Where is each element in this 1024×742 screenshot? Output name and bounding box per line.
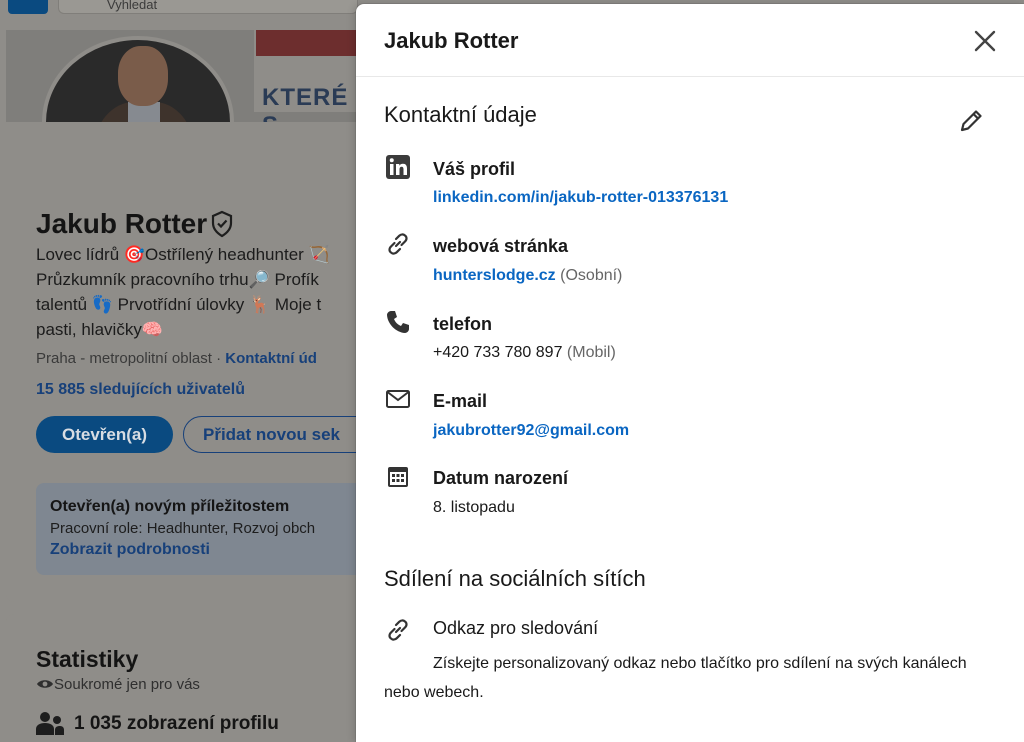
cover-image: KTERÉ S xyxy=(6,30,366,122)
follow-link-label[interactable]: Odkaz pro sledování xyxy=(433,618,598,639)
email-value: jakubrotter92@gmail.com xyxy=(433,422,629,440)
modal-title: Jakub Rotter xyxy=(384,28,519,53)
link-icon xyxy=(388,233,408,255)
search-placeholder: Vyhledat xyxy=(107,0,158,12)
open-to-work-title: Otevřen(a) novým příležitostem xyxy=(50,498,290,515)
contact-info-modal: Jakub Rotter Kontaktní údaje Váš profil … xyxy=(356,4,1024,742)
envelope-icon xyxy=(386,390,410,408)
phone-icon xyxy=(387,311,409,333)
phone-type: (Mobil) xyxy=(566,344,616,361)
close-icon[interactable] xyxy=(970,26,1000,56)
show-details-link[interactable]: Zobrazit podrobnosti xyxy=(50,541,210,559)
website-link[interactable]: hunterslodge.cz xyxy=(433,267,556,284)
stats-private-text: Soukromé jen pro vás xyxy=(54,676,200,693)
location-text: Praha - metropolitní oblast · xyxy=(36,350,226,367)
search-input[interactable]: Vyhledat xyxy=(58,0,358,14)
eye-icon xyxy=(37,680,53,688)
avatar-head xyxy=(118,46,168,106)
website-value: hunterslodge.cz (Osobní) xyxy=(433,267,622,285)
profile-views-link[interactable]: 1 035 zobrazení profilu xyxy=(74,713,279,735)
open-to-button[interactable]: Otevřen(a) xyxy=(36,416,173,453)
birthday-value: 8. listopadu xyxy=(433,499,515,516)
phone-value: +420 733 780 897 (Mobil) xyxy=(433,344,616,362)
email-label: E-mail xyxy=(433,391,488,411)
website-type: (Osobní) xyxy=(560,267,623,284)
follow-link-description: Získejte personalizovaný odkaz nebo tlač… xyxy=(384,655,967,701)
contact-section-title: Kontaktní údaje xyxy=(384,102,537,127)
phone-number[interactable]: +420 733 780 897 xyxy=(433,344,562,361)
profile-label: Váš profil xyxy=(433,159,516,179)
avatar[interactable] xyxy=(42,36,234,122)
verified-shield-icon[interactable] xyxy=(210,210,234,238)
profile-url: linkedin.com/in/jakub-rotter-013376131 xyxy=(433,189,728,207)
add-section-button[interactable]: Přidat novou sek xyxy=(183,416,383,453)
pencil-icon[interactable] xyxy=(956,106,986,136)
linkedin-logo-icon[interactable] xyxy=(8,0,48,14)
people-icon xyxy=(36,712,64,735)
link-icon xyxy=(388,619,408,641)
stats-title: Statistiky xyxy=(36,646,139,672)
profile-url-link[interactable]: linkedin.com/in/jakub-rotter-013376131 xyxy=(433,189,728,206)
social-section-title: Sdílení na sociálních sítích xyxy=(384,566,646,591)
stats-private-note: Soukromé jen pro vás xyxy=(36,676,200,693)
profile-name: Jakub Rotter xyxy=(36,208,208,239)
open-to-work-role: Pracovní role: Headhunter, Rozvoj obch xyxy=(50,520,316,537)
modal-header: Jakub Rotter xyxy=(356,4,1024,77)
phone-label: telefon xyxy=(433,314,493,334)
cover-banner-red xyxy=(256,30,366,56)
cover-text: KTERÉ S xyxy=(262,84,349,122)
calendar-icon xyxy=(388,467,408,487)
followers-link[interactable]: 15 885 sledujících uživatelů xyxy=(36,381,245,399)
contact-info-link[interactable]: Kontaktní úd xyxy=(225,350,317,367)
email-link[interactable]: jakubrotter92@gmail.com xyxy=(433,422,629,439)
profile-location: Praha - metropolitní oblast · Kontaktní … xyxy=(36,350,317,367)
birthday-label: Datum narození xyxy=(433,468,569,488)
linkedin-icon xyxy=(386,155,410,179)
profile-headline: Lovec lídrů 🎯Ostřílený headhunter 🏹 Průz… xyxy=(36,245,330,339)
website-label: webová stránka xyxy=(433,236,569,256)
